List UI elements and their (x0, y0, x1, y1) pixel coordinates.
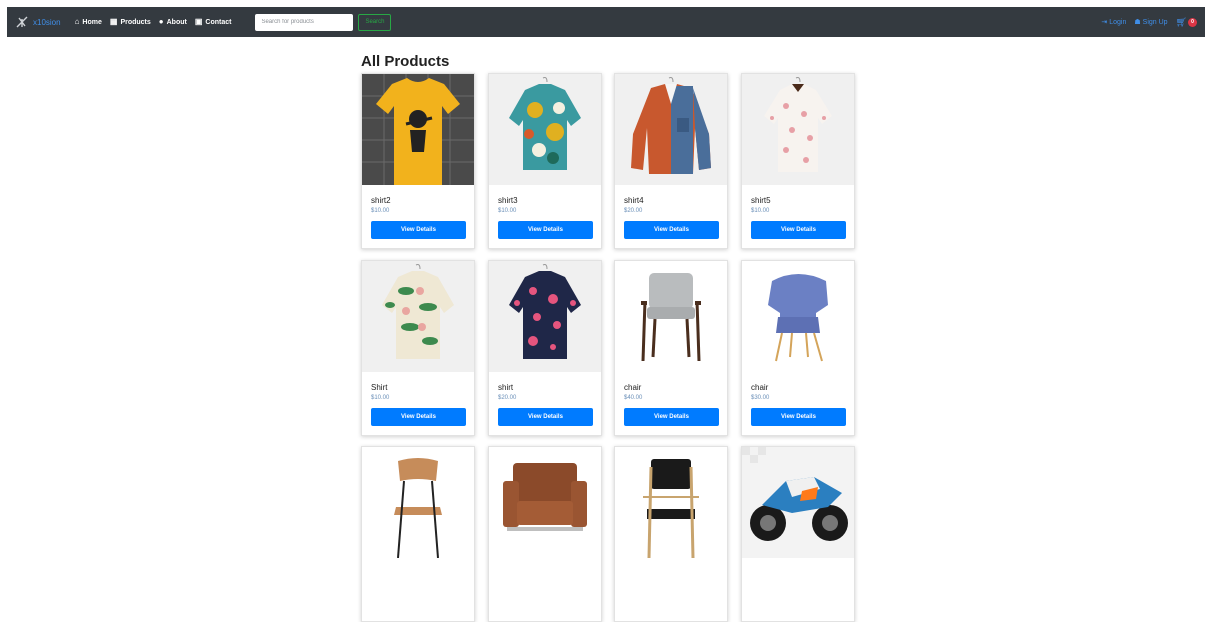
leather-armchair-image (503, 463, 587, 531)
nav-products[interactable]: ▦ Products (110, 18, 151, 26)
product-card: chair $40.00 View Details (614, 260, 728, 436)
search-form: Search (255, 13, 392, 31)
nav-products-label: Products (120, 18, 151, 26)
product-name: chair (624, 383, 642, 392)
product-image-gray-armchair[interactable] (615, 261, 727, 372)
login-link[interactable]: ⇥ Login (1101, 18, 1127, 27)
floral-shirt-image (509, 77, 581, 170)
wooden-chair-image (394, 458, 442, 558)
search-button[interactable]: Search (358, 13, 392, 31)
product-image-wooden-chair[interactable] (362, 447, 474, 558)
search-input[interactable] (255, 13, 354, 31)
navbar: x10sion ⌂ Home ▦ Products ● About ▣ Cont… (7, 7, 1205, 37)
product-image-motorcycle[interactable] (742, 447, 854, 558)
product-card (488, 446, 602, 622)
product-image-floral-shirt[interactable] (489, 74, 601, 185)
motorcycle-image (742, 447, 848, 541)
product-image-green-floral-shirt[interactable] (362, 261, 474, 372)
product-image-orange-denim-shirt[interactable] (615, 74, 727, 185)
cart-icon: 🛒︎ (1175, 16, 1187, 27)
user-plus-icon: ☗ (1134, 19, 1141, 26)
cart-button[interactable]: 🛒︎ 0 (1176, 17, 1197, 28)
yellow-tshirt-image (362, 74, 474, 185)
view-details-button[interactable]: View Details (624, 408, 719, 426)
brand-logo-icon (16, 16, 28, 28)
signup-link[interactable]: ☗ Sign Up (1134, 18, 1168, 27)
grid-icon: ▦ (109, 17, 118, 26)
login-icon: ⇥ (1101, 19, 1108, 26)
product-image-blue-wingchair[interactable] (742, 261, 854, 372)
product-image-white-floral-shirt[interactable] (742, 74, 854, 185)
navy-floral-shirt-image (509, 264, 581, 359)
black-wood-chair-image (643, 459, 699, 558)
product-card: shirt4 $20.00 View Details (614, 73, 728, 249)
product-price: $10.00 (751, 208, 770, 214)
product-name: shirt2 (371, 196, 391, 205)
orange-denim-shirt-image (631, 77, 711, 174)
product-card: shirt3 $10.00 View Details (488, 73, 602, 249)
nav-about-label: About (166, 18, 187, 26)
product-image-black-wood-chair[interactable] (615, 447, 727, 558)
product-card (741, 446, 855, 622)
product-price: $20.00 (498, 395, 517, 401)
product-image-yellow-tshirt[interactable] (362, 74, 474, 185)
gray-armchair-image (641, 273, 701, 362)
product-image-leather-armchair[interactable] (489, 447, 601, 558)
view-details-button[interactable]: View Details (498, 221, 593, 239)
contact-card-icon: ▣ (194, 17, 203, 26)
cart-count-badge: 0 (1188, 17, 1197, 27)
nav-contact-label: Contact (205, 18, 232, 26)
brand-name: x10sion (33, 17, 61, 27)
product-card: shirt5 $10.00 View Details (741, 73, 855, 249)
product-card: Shirt $10.00 View Details (361, 260, 475, 436)
product-name: shirt5 (751, 196, 771, 205)
product-name: shirt3 (498, 196, 518, 205)
home-icon: ⌂ (74, 17, 80, 26)
product-price: $10.00 (371, 395, 390, 401)
view-details-button[interactable]: View Details (751, 221, 846, 239)
view-details-button[interactable]: View Details (498, 408, 593, 426)
product-card: chair $30.00 View Details (741, 260, 855, 436)
green-floral-shirt-image (382, 264, 454, 359)
product-name: chair (751, 383, 769, 392)
white-floral-shirt-image (764, 77, 832, 172)
product-image-navy-floral-shirt[interactable] (489, 261, 601, 372)
nav-home-label: Home (82, 18, 102, 26)
product-price: $20.00 (624, 208, 643, 214)
product-card (361, 446, 475, 622)
product-name: shirt4 (624, 196, 644, 205)
product-card (614, 446, 728, 622)
view-details-button[interactable]: View Details (371, 221, 466, 239)
login-label: Login (1109, 18, 1127, 26)
view-details-button[interactable]: View Details (751, 408, 846, 426)
product-price: $10.00 (498, 208, 517, 214)
nav-about[interactable]: ● About (159, 18, 187, 26)
view-details-button[interactable]: View Details (624, 221, 719, 239)
signup-label: Sign Up (1142, 18, 1168, 26)
brand[interactable]: x10sion (15, 15, 61, 29)
blue-wingchair-image (768, 274, 828, 362)
view-details-button[interactable]: View Details (371, 408, 466, 426)
product-card: shirt2 $10.00 View Details (361, 73, 475, 249)
nav-home[interactable]: ⌂ Home (75, 18, 102, 26)
product-name: Shirt (371, 383, 388, 392)
nav-contact[interactable]: ▣ Contact (195, 18, 232, 26)
page-title: All Products (361, 53, 450, 70)
product-card: shirt $20.00 View Details (488, 260, 602, 436)
product-price: $40.00 (624, 395, 643, 401)
product-name: shirt (498, 383, 514, 392)
product-price: $10.00 (371, 208, 390, 214)
info-circle-icon: ● (158, 17, 164, 26)
product-price: $30.00 (751, 395, 770, 401)
nav-links: ⌂ Home ▦ Products ● About ▣ Contact (75, 18, 240, 26)
nav-right: ⇥ Login ☗ Sign Up 🛒︎ 0 (1093, 7, 1197, 37)
